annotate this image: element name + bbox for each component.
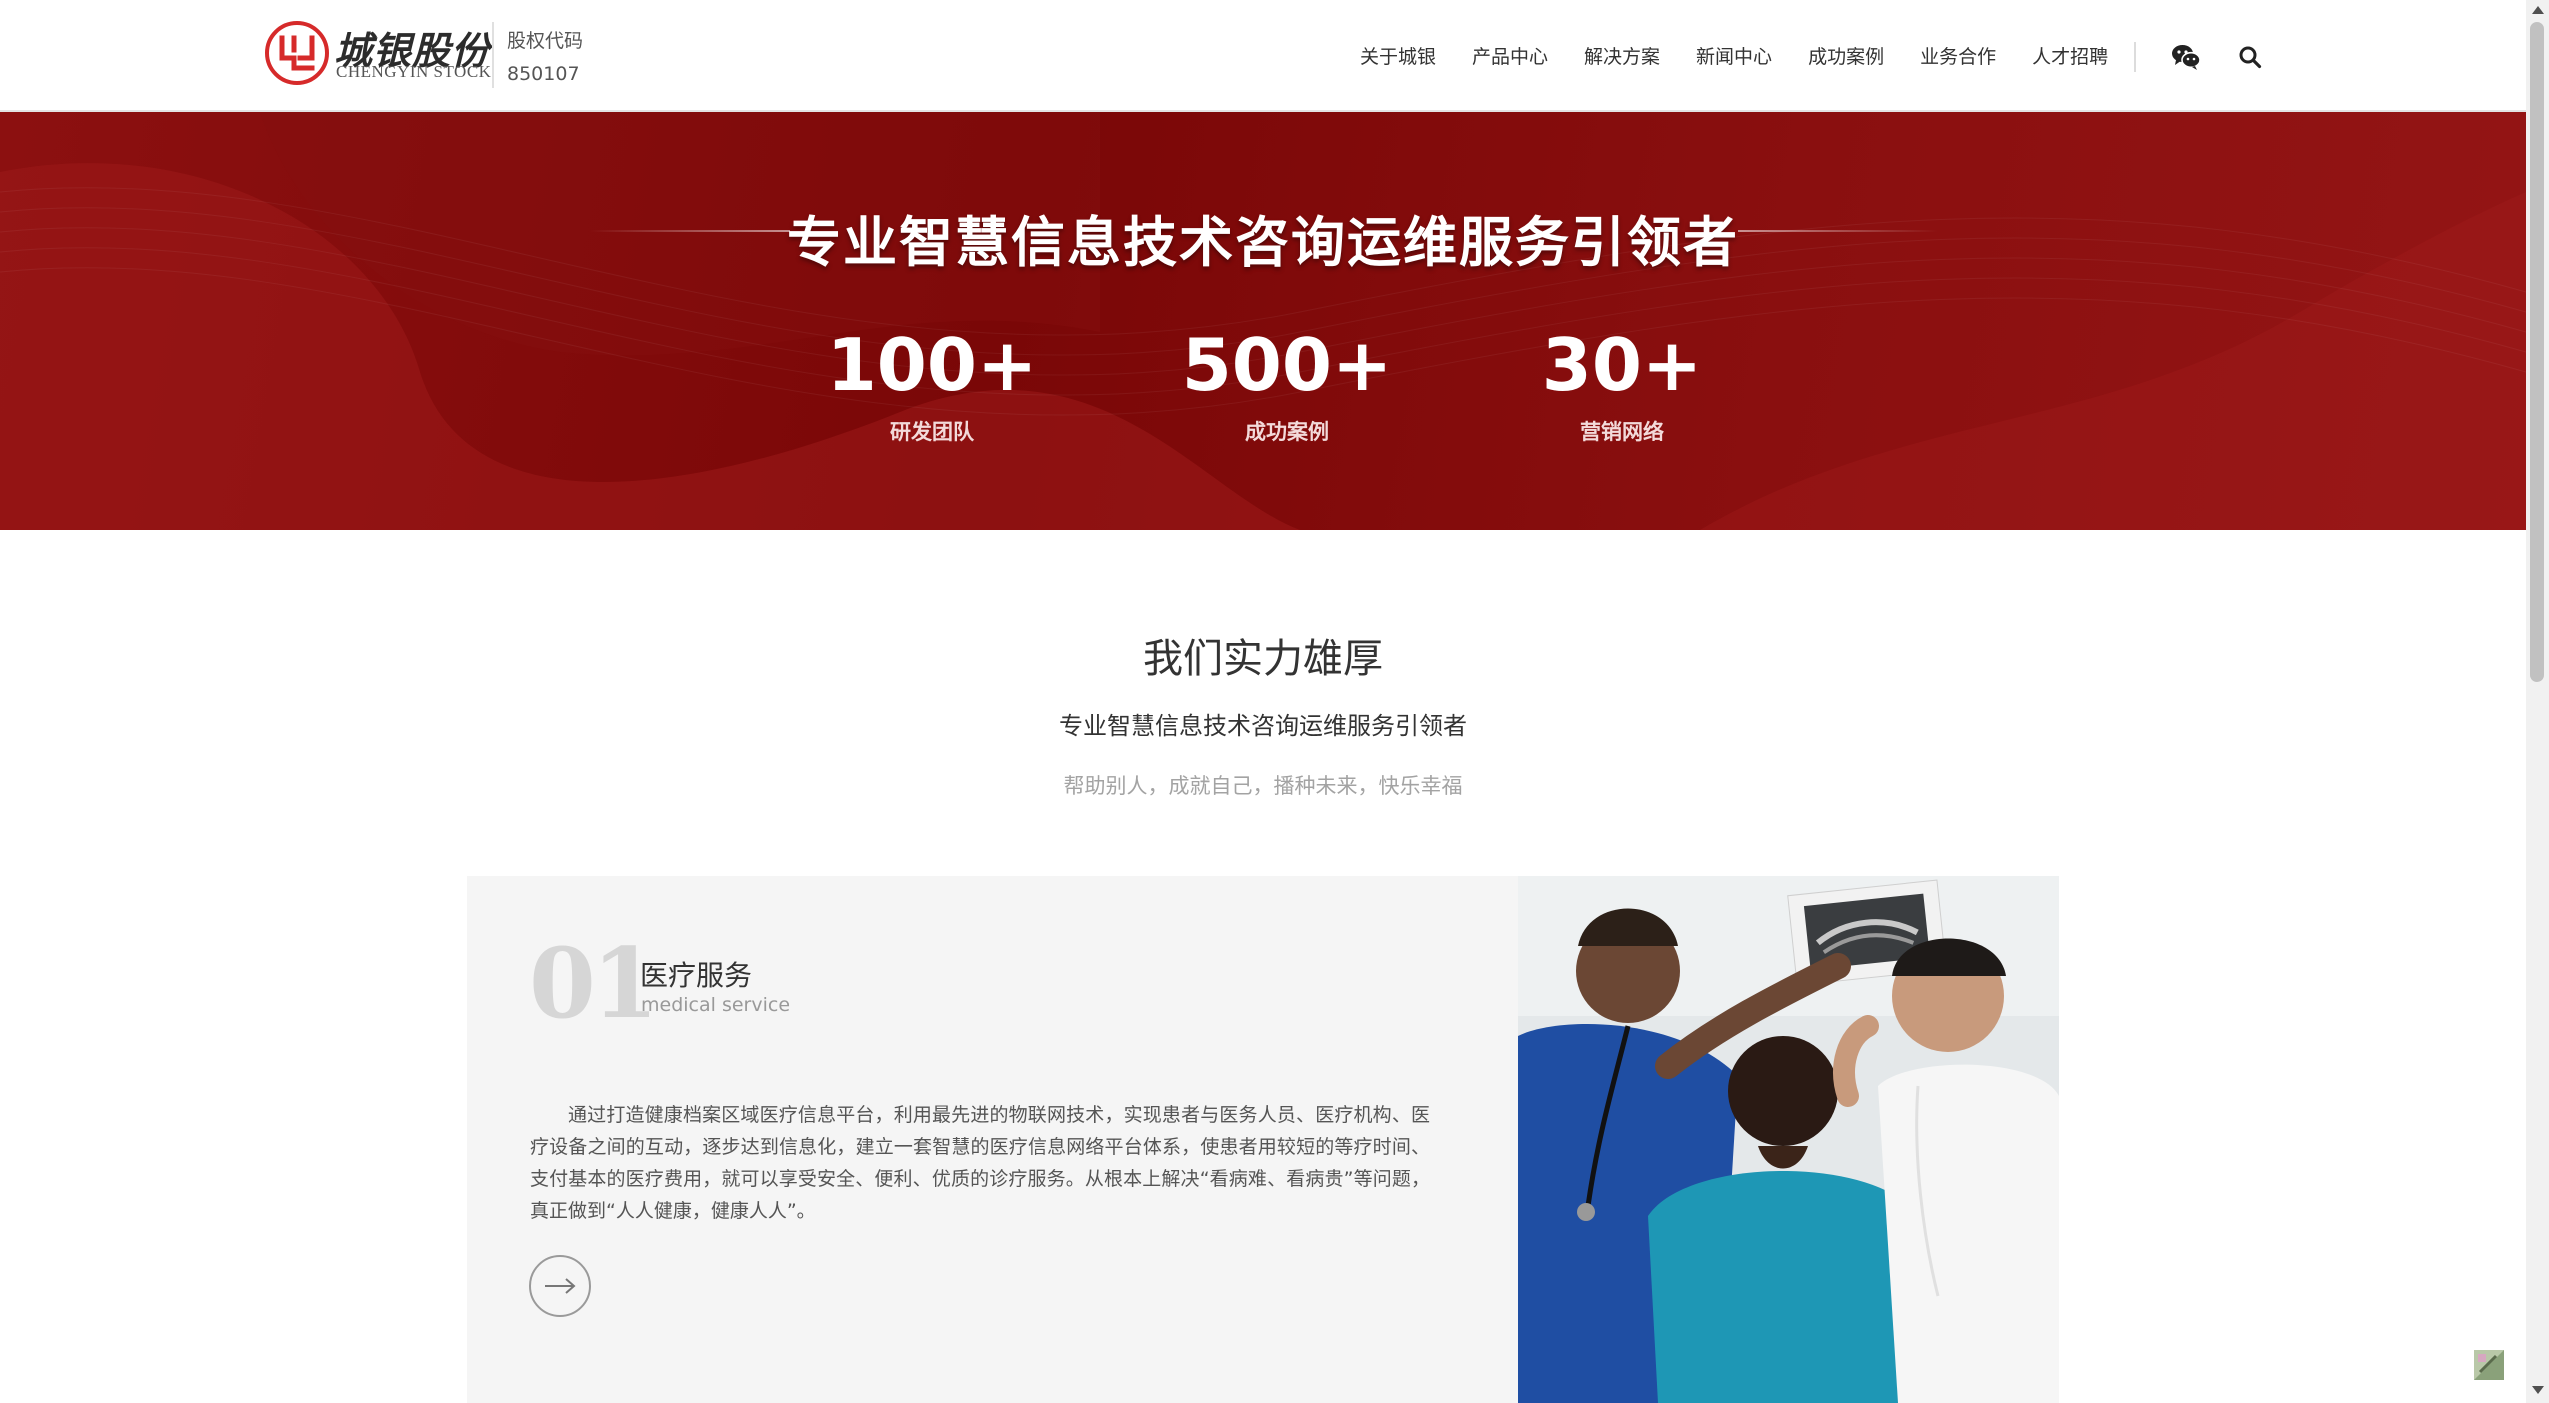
section-slogan: 帮助别人，成就自己，播种未来，快乐幸福 (1063, 774, 1463, 798)
service-number: 01 (529, 927, 659, 1040)
stat-sales-network: 30+ 营销网络 (1472, 326, 1772, 446)
logo-divider (492, 22, 494, 88)
stock-code-value: 850107 (507, 63, 580, 85)
service-more-button[interactable] (529, 1255, 591, 1317)
nav-item-about[interactable]: 关于城银 (1360, 42, 1436, 72)
scroll-up-arrow[interactable] (2532, 6, 2544, 14)
nav-item-cases[interactable]: 成功案例 (1808, 42, 1884, 72)
service-card-medical: 01 医疗服务 medical service 通过打造健康档案区域医疗信息平台… (467, 876, 1518, 1403)
nav-item-careers[interactable]: 人才招聘 (2032, 42, 2108, 72)
stat-value: 500+ (1181, 323, 1393, 407)
nav-divider (2134, 42, 2136, 72)
service-name: 医疗服务 (640, 959, 753, 992)
stat-label: 成功案例 (1245, 420, 1329, 444)
floating-widget-icon[interactable] (2474, 1350, 2504, 1380)
service-description: 通过打造健康档案区域医疗信息平台，利用最先进的物联网技术，实现患者与医务人员、医… (530, 1104, 1430, 1222)
company-logo[interactable]: 城银股份 CHENGYIN STOCK (264, 20, 491, 88)
stat-value: 100+ (826, 323, 1038, 407)
stat-value: 30+ (1541, 323, 1703, 407)
stat-label: 营销网络 (1580, 420, 1664, 444)
service-name-en: medical service (641, 994, 791, 1016)
stat-success-cases: 500+ 成功案例 (1137, 326, 1437, 446)
stat-label: 研发团队 (890, 420, 974, 444)
scroll-thumb[interactable] (2530, 22, 2544, 682)
section-subtitle: 专业智慧信息技术咨询运维服务引领者 (1059, 712, 1467, 740)
stock-code-label: 股权代码 (507, 30, 584, 52)
nav-item-solutions[interactable]: 解决方案 (1584, 42, 1660, 72)
medical-team-photo (1518, 876, 2059, 1403)
stat-research-team: 100+ 研发团队 (782, 326, 1082, 446)
banner-title-line-right (1738, 230, 1938, 232)
main-nav: 关于城银 产品中心 解决方案 新闻中心 成功案例 业务合作 人才招聘 (1360, 42, 2144, 72)
wechat-icon[interactable] (2171, 43, 2201, 71)
site-header: 城银股份 CHENGYIN STOCK 股权代码 850107 关于城银 产品中… (0, 0, 2526, 112)
scroll-down-arrow[interactable] (2532, 1386, 2544, 1394)
banner-wave-decoration (0, 112, 2526, 530)
section-title: 我们实力雄厚 (1143, 636, 1383, 682)
search-icon[interactable] (2238, 45, 2262, 69)
hero-banner: 专业智慧信息技术咨询运维服务引领者 100+ 研发团队 500+ 成功案例 30… (0, 112, 2526, 530)
nav-item-news[interactable]: 新闻中心 (1696, 42, 1772, 72)
nav-item-cooperation[interactable]: 业务合作 (1920, 42, 1996, 72)
page-scrollbar[interactable] (2526, 0, 2549, 1403)
banner-title: 专业智慧信息技术咨询运维服务引领者 (787, 211, 1739, 274)
arrow-right-icon (545, 1278, 576, 1294)
logo-name-en: CHENGYIN STOCK (336, 62, 492, 81)
logo-emblem-icon (265, 21, 329, 85)
doctors-reviewing-xray-illustration (1518, 876, 2059, 1403)
nav-item-products[interactable]: 产品中心 (1472, 42, 1548, 72)
